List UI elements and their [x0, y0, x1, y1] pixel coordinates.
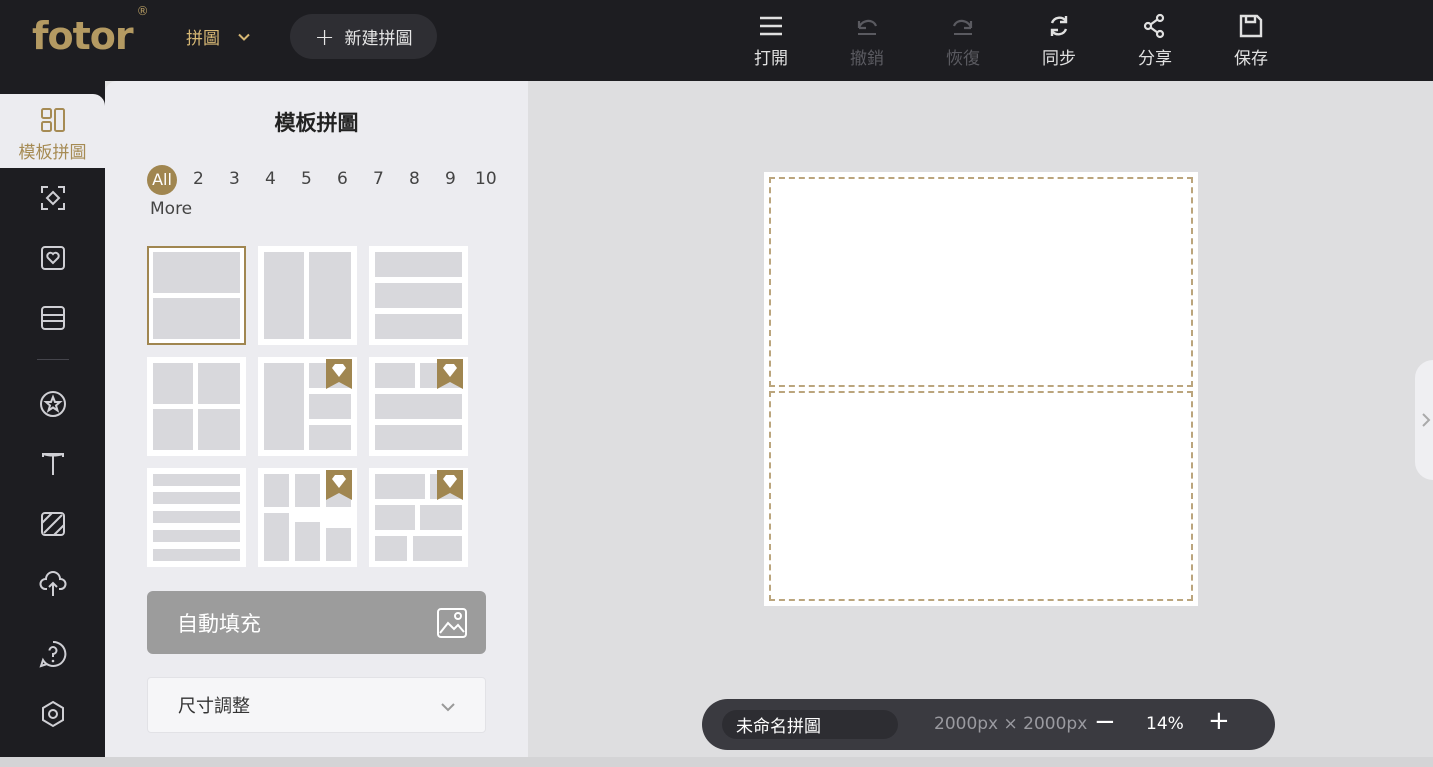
mode-label: 拼圖 [186, 29, 220, 49]
share-label: 分享 [1138, 49, 1172, 69]
collage-cell-bottom[interactable] [769, 391, 1193, 601]
auto-fill-label: 自動填充 [177, 611, 261, 636]
template-4-grid[interactable] [147, 357, 246, 456]
zoom-out-button[interactable]: − [1094, 707, 1116, 737]
project-name-input[interactable] [722, 710, 898, 739]
chevron-down-icon [441, 703, 455, 712]
star-sticker-icon [40, 391, 66, 417]
filter-8[interactable]: 8 [409, 169, 420, 189]
template-2-rows[interactable] [147, 246, 246, 345]
sidebar-item-background[interactable] [38, 509, 68, 539]
filter-7[interactable]: 7 [373, 169, 384, 189]
premium-diamond-icon [326, 470, 352, 500]
premium-diamond-icon [437, 470, 463, 500]
menu-icon [760, 16, 782, 36]
panel-title: 模板拼圖 [274, 111, 359, 135]
logo-text: fotor [32, 14, 134, 58]
text-icon [42, 453, 64, 475]
template-panel: 模板拼圖 All 2 3 4 5 6 7 8 9 10 More 自動填充 尺寸… [105, 81, 528, 757]
premium-diamond-icon [437, 359, 463, 389]
share-button[interactable]: 分享 [1125, 12, 1185, 69]
sidebar-item-upload[interactable] [38, 569, 68, 599]
share-icon [1143, 13, 1165, 39]
filter-5[interactable]: 5 [301, 169, 312, 189]
undo-button[interactable]: 撤銷 [837, 12, 897, 69]
sidebar-item-text[interactable] [38, 449, 68, 479]
logo-registered-mark: ® [136, 4, 149, 19]
sidebar-item-templates[interactable]: 模板拼圖 [0, 94, 105, 168]
premium-diamond-icon [326, 359, 352, 389]
save-button[interactable]: 保存 [1221, 12, 1281, 69]
sidebar-divider [37, 359, 69, 360]
save-icon [1239, 14, 1263, 38]
expand-panel-handle[interactable] [1415, 360, 1433, 480]
collage-canvas [764, 172, 1198, 606]
sidebar-item-settings[interactable] [38, 699, 68, 729]
mode-dropdown[interactable]: 拼圖 [186, 24, 252, 49]
sync-label: 同步 [1042, 49, 1076, 69]
sidebar-item-frames[interactable] [38, 243, 68, 273]
zoom-level: 14% [1146, 714, 1184, 734]
redo-button[interactable]: 恢復 [933, 12, 993, 69]
undo-icon [857, 19, 878, 35]
sync-icon [1050, 16, 1068, 36]
template-3-rows[interactable] [369, 246, 468, 345]
open-label: 打開 [754, 49, 788, 69]
left-sidebar: 模板拼圖 [0, 81, 105, 767]
sidebar-item-layers[interactable] [38, 303, 68, 333]
filter-3[interactable]: 3 [229, 169, 240, 189]
template-premium-6b[interactable] [369, 468, 468, 567]
redo-icon [952, 19, 973, 35]
collage-cell-top[interactable] [769, 177, 1193, 387]
resize-label: 尺寸調整 [178, 696, 250, 717]
template-grid-icon [41, 108, 65, 132]
sidebar-item-focus[interactable] [38, 183, 68, 213]
fotor-logo[interactable]: fotor® [32, 4, 149, 58]
filter-more[interactable]: More [150, 199, 192, 219]
template-2-columns[interactable] [258, 246, 357, 345]
heart-frame-icon [41, 246, 65, 270]
canvas-workspace [528, 81, 1433, 757]
auto-fill-button[interactable]: 自動填充 [147, 591, 486, 654]
bottom-strip [0, 757, 1433, 767]
pattern-icon [41, 512, 65, 536]
sidebar-item-label: 模板拼圖 [18, 143, 87, 163]
focus-icon [41, 186, 65, 210]
new-collage-button[interactable]: + 新建拼圖 [290, 14, 437, 59]
save-label: 保存 [1234, 49, 1268, 69]
template-premium-5[interactable] [369, 357, 468, 456]
sidebar-item-help[interactable] [38, 639, 68, 669]
chevron-down-icon [238, 33, 250, 41]
sync-button[interactable]: 同步 [1029, 12, 1089, 69]
filter-all[interactable]: All [147, 165, 177, 195]
redo-label: 恢復 [946, 49, 980, 69]
new-collage-label: 新建拼圖 [344, 29, 413, 49]
template-premium-4[interactable] [258, 357, 357, 456]
layers-icon [41, 306, 65, 330]
filter-6[interactable]: 6 [337, 169, 348, 189]
template-5-rows[interactable] [147, 468, 246, 567]
chevron-right-icon [1422, 413, 1431, 427]
template-premium-6[interactable] [258, 468, 357, 567]
sidebar-item-stickers[interactable] [38, 389, 68, 419]
upload-cloud-icon [39, 571, 67, 596]
settings-icon [42, 700, 64, 728]
canvas-dimensions: 2000px × 2000px [934, 714, 1088, 734]
filter-4[interactable]: 4 [265, 169, 276, 189]
plus-icon: + [314, 22, 335, 51]
top-bar: fotor® 拼圖 + 新建拼圖 打開 撤銷 恢復 同步 分享 保存 [0, 0, 1433, 81]
filter-10[interactable]: 10 [475, 169, 497, 189]
filter-2[interactable]: 2 [193, 169, 204, 189]
filter-9[interactable]: 9 [445, 169, 456, 189]
undo-label: 撤銷 [850, 49, 884, 69]
open-button[interactable]: 打開 [741, 12, 801, 69]
help-icon [39, 640, 67, 668]
image-icon [437, 608, 467, 638]
zoom-in-button[interactable]: + [1208, 706, 1230, 736]
canvas-status-bar: 2000px × 2000px − 14% + [702, 699, 1275, 750]
resize-dropdown[interactable]: 尺寸調整 [147, 677, 486, 733]
